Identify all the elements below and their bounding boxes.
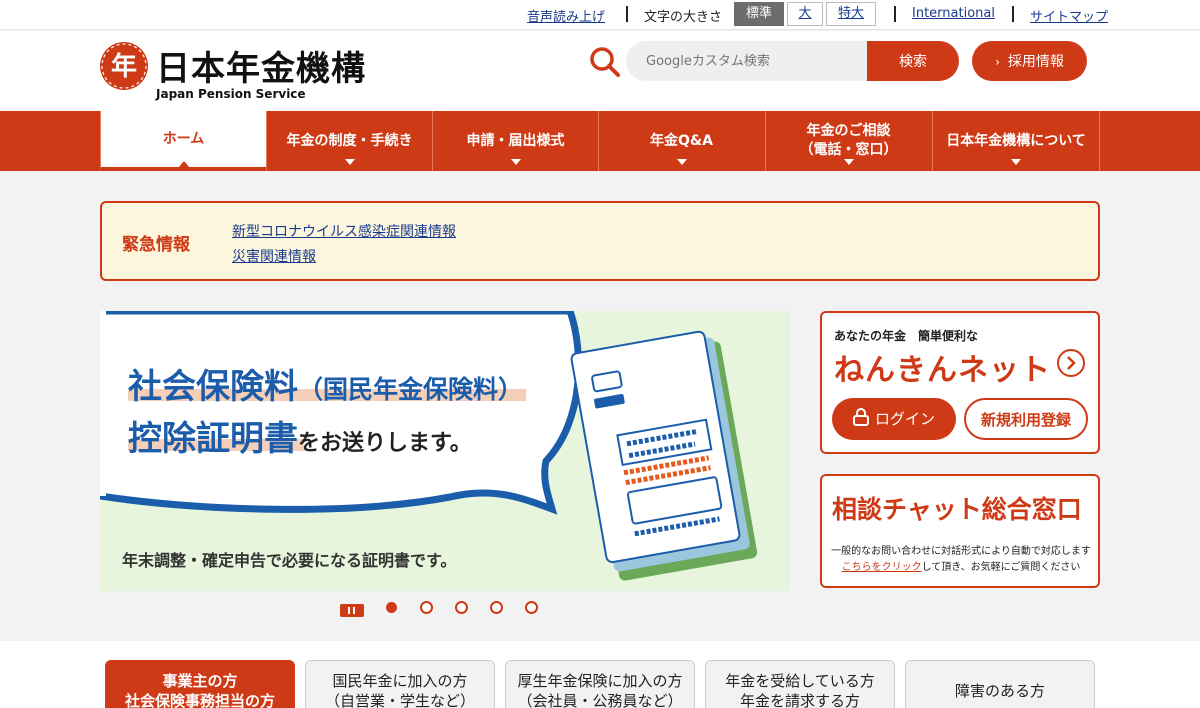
utility-bar: 音声読み上げ 文字の大きさ 標準 大 特大 International サイトマ… [0, 0, 1200, 30]
tab-line1: 年金を受給している方 [725, 672, 875, 690]
chat-title: 相談チャット総合窓口 [832, 495, 1082, 524]
caret-down-icon [677, 159, 687, 165]
carousel-dot[interactable] [525, 601, 538, 614]
divider [894, 6, 896, 22]
caret-up-icon [179, 161, 189, 167]
tab-line1: 厚生年金保険に加入の方 [517, 672, 683, 690]
chat-desc-line2: して頂き、お気軽にご質問ください [921, 562, 1081, 573]
nav-label: 申請・届出様式 [466, 132, 565, 149]
tab-line2: （会社員・公務員など） [517, 692, 683, 708]
nav-about[interactable]: 日本年金機構について [932, 111, 1100, 171]
audience-tabs: 事業主の方 社会保険事務担当の方 国民年金に加入の方 （自営業・学生など） 厚生… [0, 641, 1200, 708]
tab-line1: 国民年金に加入の方 [332, 672, 468, 690]
hero-line2-main: 控除証明書 [128, 419, 298, 459]
tab-line2: 年金を請求する方 [739, 692, 860, 708]
login-label: ログイン [874, 409, 935, 428]
emergency-link-covid[interactable]: 新型コロナウイルス感染症関連情報 [232, 221, 456, 241]
hero-banner[interactable]: 社会保険料（国民年金保険料） 控除証明書をお送りします。 年末調整・確定申告で必… [100, 311, 790, 591]
carousel-dot[interactable] [455, 601, 468, 614]
register-button[interactable]: 新規利用登録 [964, 398, 1088, 440]
nav-label: 年金の制度・手続き [286, 132, 413, 149]
login-button[interactable]: ログイン [832, 398, 956, 440]
chevron-right-icon: › [995, 55, 1000, 69]
lock-icon [852, 408, 869, 430]
nav-system-procedures[interactable]: 年金の制度・手続き [266, 111, 432, 171]
nav-label: 年金のご相談 [806, 123, 891, 139]
nav-label: 日本年金機構について [946, 132, 1086, 149]
logo-glyph: 年 [111, 51, 137, 82]
tab-employer[interactable]: 事業主の方 社会保険事務担当の方 [105, 660, 295, 708]
nav-label: 年金Q&A [650, 132, 713, 149]
carousel-dot[interactable] [420, 601, 433, 614]
nav-label-sub: （電話・窓口） [799, 142, 898, 158]
chat-description: 一般的なお問い合わせに対話形式により自動で対応します こちらをクリックして頂き、… [830, 544, 1092, 576]
font-size-standard-button[interactable]: 標準 [734, 2, 784, 26]
nenkin-net-title[interactable]: ねんきんネット [834, 345, 1051, 389]
international-link[interactable]: International [912, 6, 995, 21]
nav-faq[interactable]: 年金Q&A [598, 111, 764, 171]
logo-subtitle: Japan Pension Service [156, 87, 306, 101]
recruit-label: 採用情報 [1007, 54, 1064, 70]
emergency-title: 緊急情報 [122, 235, 190, 255]
tab-recipients[interactable]: 年金を受給している方 年金を請求する方 [705, 660, 895, 708]
chat-card[interactable]: 相談チャット総合窓口 一般的なお問い合わせに対話形式により自動で対応します こち… [820, 474, 1100, 588]
hero-line1-main: 社会保険料 [128, 367, 298, 407]
tab-national-pension[interactable]: 国民年金に加入の方 （自営業・学生など） [305, 660, 495, 708]
pause-icon [353, 607, 355, 614]
global-nav: ホーム 年金の制度・手続き 申請・届出様式 年金Q&A 年金のご相談 （電話・窓… [0, 111, 1200, 171]
search-button[interactable]: 検索 [867, 41, 959, 81]
site-header: 年 日本年金機構 Japan Pension Service 検索 › 採用情報 [0, 31, 1200, 111]
chevron-right-circle-icon[interactable] [1057, 349, 1085, 377]
nav-consultation[interactable]: 年金のご相談 （電話・窓口） [765, 111, 931, 171]
read-aloud-link[interactable]: 音声読み上げ [527, 6, 605, 25]
hero-line2-rest: をお送りします。 [298, 431, 472, 456]
caret-down-icon [511, 159, 521, 165]
chat-desc-line1: 一般的なお問い合わせに対話形式により自動で対応します [831, 546, 1091, 557]
emergency-link-disaster[interactable]: 災害関連情報 [232, 246, 316, 266]
search-input[interactable] [626, 41, 870, 81]
hero-heading-line2: 控除証明書をお送りします。 [128, 411, 472, 460]
tab-line2: （自営業・学生など） [324, 692, 475, 708]
tab-employees-pension[interactable]: 厚生年金保険に加入の方 （会社員・公務員など） [505, 660, 695, 708]
hero-line1-paren: （国民年金保険料） [298, 375, 524, 404]
tab-line2: 社会保険事務担当の方 [124, 692, 275, 708]
pause-icon [348, 607, 350, 614]
nav-label: ホーム [162, 130, 205, 147]
divider [1012, 6, 1014, 22]
hero-caption: 年末調整・確定申告で必要になる証明書です。 [122, 551, 457, 570]
caret-down-icon [345, 159, 355, 165]
font-size-xlarge-button[interactable]: 特大 [826, 2, 876, 26]
font-size-label: 文字の大きさ [644, 10, 723, 25]
carousel-dot[interactable] [490, 601, 503, 614]
hero-heading-line1: 社会保険料（国民年金保険料） [128, 359, 523, 408]
search-icon [590, 47, 620, 77]
sitemap-link[interactable]: サイトマップ [1030, 6, 1108, 25]
logo-title[interactable]: 日本年金機構 [156, 41, 366, 90]
font-size-large-button[interactable]: 大 [787, 2, 823, 26]
nav-forms[interactable]: 申請・届出様式 [432, 111, 598, 171]
tab-disability[interactable]: 障害のある方 [905, 660, 1095, 708]
logo-mark[interactable]: 年 [100, 42, 148, 90]
chat-link[interactable]: こちらをクリック [842, 562, 922, 573]
recruit-button[interactable]: › 採用情報 [972, 41, 1087, 81]
nenkin-net-lead: あなたの年金 簡単便利な [834, 329, 979, 343]
carousel-dot[interactable] [386, 602, 397, 613]
caret-down-icon [1011, 159, 1021, 165]
tab-line1: 障害のある方 [954, 682, 1045, 700]
carousel-pause-button[interactable] [340, 604, 364, 617]
nenkin-net-card: あなたの年金 簡単便利な ねんきんネット ログイン 新規利用登録 [820, 311, 1100, 454]
emergency-box: 緊急情報 新型コロナウイルス感染症関連情報 災害関連情報 [100, 201, 1100, 281]
divider [626, 6, 628, 22]
document-illustration [570, 330, 758, 581]
caret-down-icon [844, 159, 854, 165]
tab-line1: 事業主の方 [162, 672, 238, 690]
logo-emblem-icon: 年 [101, 43, 147, 89]
nav-home[interactable]: ホーム [100, 111, 266, 171]
